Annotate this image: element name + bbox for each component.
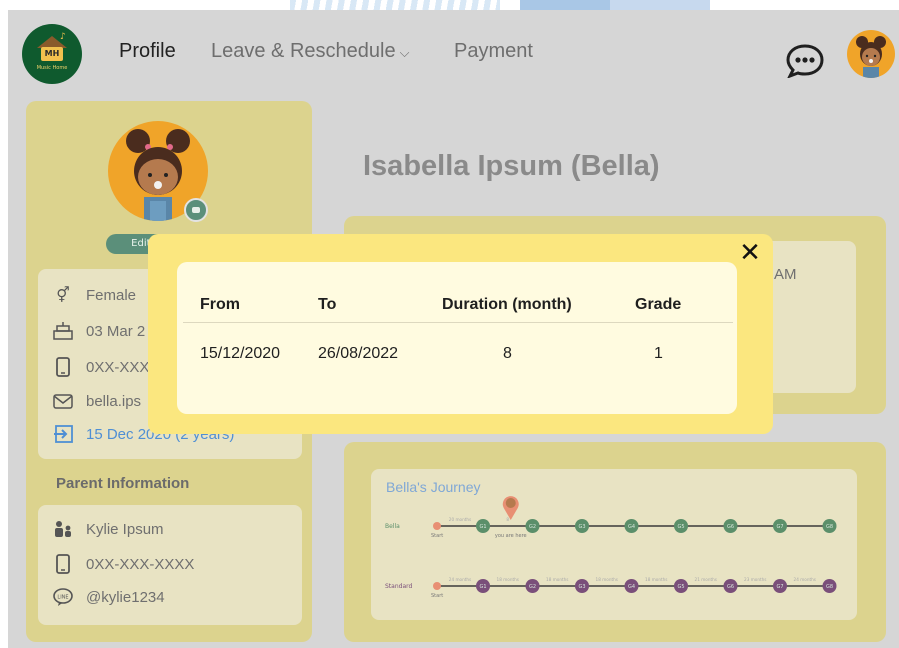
timeline-duration-label: 18 months xyxy=(546,577,568,582)
parent-line-row: LINE @kylie1234 xyxy=(52,585,165,609)
phone-icon xyxy=(52,554,74,574)
student-name-title: Isabella Ipsum (Bella) xyxy=(363,150,660,182)
parent-name-value: Kylie Ipsum xyxy=(86,520,164,538)
app-page: ♪ MH Music Home Profile Leave & Reschedu… xyxy=(8,10,899,648)
timeline-grade-label: G6 xyxy=(727,524,734,530)
timeline-grade-label: G5 xyxy=(677,584,684,590)
timeline-grade-label: G3 xyxy=(578,524,585,530)
cell-to: 26/08/2022 xyxy=(318,345,399,362)
gender-value: Female xyxy=(86,286,137,304)
enter-icon xyxy=(52,424,74,444)
timeline-duration-label: 24 months xyxy=(794,577,816,582)
class-time-fragment: AM xyxy=(774,266,797,283)
nav-profile[interactable]: Profile xyxy=(119,40,176,63)
column-header-grade: Grade xyxy=(635,296,682,313)
birthday-value: 03 Mar 2 xyxy=(86,322,146,340)
close-icon[interactable]: ✕ xyxy=(738,240,762,266)
column-header-from: From xyxy=(200,296,240,313)
column-header-duration: Duration (month) xyxy=(442,296,572,313)
timeline-grade-label: G8 xyxy=(826,524,833,530)
nav-payment[interactable]: Payment xyxy=(454,40,533,63)
parent-phone-row: 0XX-XXX-XXXX xyxy=(52,552,194,576)
cell-grade: 1 xyxy=(654,345,663,362)
timeline-duration-label: 18 months xyxy=(645,577,667,582)
timeline-duration-label: 20 months xyxy=(449,517,471,522)
cell-duration: 8 xyxy=(503,345,512,362)
cell-from: 15/12/2020 xyxy=(200,345,281,362)
parent-phone-value: 0XX-XXX-XXXX xyxy=(86,555,195,573)
logo-house: MH xyxy=(41,47,63,61)
girl-avatar-icon xyxy=(856,36,886,78)
phone-value: 0XX-XXX xyxy=(86,358,150,376)
timeline-grade-label: G8 xyxy=(826,584,833,590)
logo-subtitle: Music Home xyxy=(36,65,68,71)
timeline-grade-label: G3 xyxy=(578,584,585,590)
journey-card: Bella's Journey Bella Start G1 G2 G3 G4 G5 G6 G7… xyxy=(344,442,886,642)
timeline-start-label: Start xyxy=(431,533,443,539)
parent-line-value: @kylie1234 xyxy=(86,588,165,606)
timeline-duration-label: 24 months xyxy=(449,577,471,582)
phone-row: 0XX-XXX xyxy=(52,355,149,379)
timeline-grade-label: G4 xyxy=(628,584,635,590)
timeline-grade-label: G1 xyxy=(479,524,486,530)
gender-row: ⚥ Female xyxy=(52,283,136,307)
timeline-grade-label: G5 xyxy=(677,524,684,530)
journey-timeline: Bella Start G1 G2 G3 G4 G5 G6 G7 G8 20 months 8 you … xyxy=(385,496,837,599)
nav-leave-reschedule-label: Leave & Reschedule xyxy=(211,40,396,62)
phone-icon xyxy=(52,357,74,377)
timeline-grade-label: G2 xyxy=(529,584,536,590)
parent-information-heading: Parent Information xyxy=(56,475,190,492)
nav-leave-reschedule[interactable]: Leave & Reschedule ⌵ xyxy=(211,40,409,63)
birthday-row: 03 Mar 2 xyxy=(52,319,145,343)
timeline-grade-label: G2 xyxy=(529,524,536,530)
table-divider xyxy=(183,322,733,323)
grade-history-table: From To Duration (month) Grade 15/12/202… xyxy=(177,262,737,414)
mail-icon xyxy=(52,391,74,411)
timeline-duration-label: 23 months xyxy=(744,577,766,582)
parent-info-box: Kylie Ipsum 0XX-XXX-XXXX LINE @kylie1234 xyxy=(38,505,302,625)
you-are-here-label: you are here xyxy=(495,533,527,539)
timeline-duration-label: 18 months xyxy=(596,577,618,582)
timeline-duration-label: 8 xyxy=(506,517,509,522)
parent-name-row: Kylie Ipsum xyxy=(52,517,164,541)
chat-bubble-icon[interactable] xyxy=(786,44,824,78)
people-icon xyxy=(52,519,74,539)
gender-icon: ⚥ xyxy=(56,287,70,304)
user-avatar[interactable] xyxy=(847,30,895,78)
svg-text:LINE: LINE xyxy=(57,595,68,601)
email-row: bella.ips xyxy=(52,389,141,413)
timeline-grade-label: G6 xyxy=(727,584,734,590)
timeline-duration-label: 21 months xyxy=(695,577,717,582)
timeline-grade-label: G1 xyxy=(479,584,486,590)
timeline-start-label: Start xyxy=(431,593,443,599)
column-header-to: To xyxy=(318,296,337,313)
timeline-start-node xyxy=(433,522,441,530)
frame-edge xyxy=(0,10,8,648)
timeline-grade-label: G7 xyxy=(776,524,783,530)
journey-panel: Bella's Journey Bella Start G1 G2 G3 G4 G5 G6 G7… xyxy=(371,469,857,620)
timeline-start-node xyxy=(433,582,441,590)
timeline-row-label: Bella xyxy=(385,523,400,530)
music-home-logo[interactable]: ♪ MH Music Home xyxy=(22,24,82,84)
cake-icon xyxy=(52,321,74,341)
camera-icon[interactable] xyxy=(184,198,208,222)
email-value: bella.ips xyxy=(86,392,142,410)
chevron-down-icon: ⌵ xyxy=(399,45,410,60)
timeline-duration-label: 18 months xyxy=(497,577,519,582)
music-note-icon: ♪ xyxy=(60,32,66,42)
avatar-face-icon xyxy=(505,498,516,508)
grade-history-modal: ✕ From To Duration (month) Grade 15/12/2… xyxy=(148,234,773,434)
line-app-icon: LINE xyxy=(52,587,74,607)
timeline-row-label: Standard xyxy=(385,583,412,590)
timeline-grade-label: G4 xyxy=(628,524,635,530)
timeline-grade-label: G7 xyxy=(776,584,783,590)
